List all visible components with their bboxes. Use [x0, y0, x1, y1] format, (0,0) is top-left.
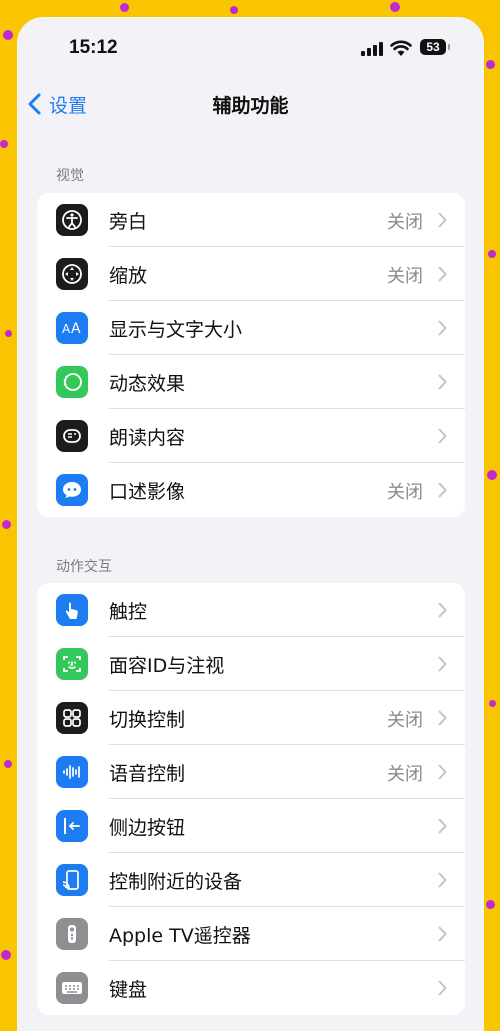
status-time: 15:12	[69, 37, 118, 58]
settings-row-spoken-content[interactable]: 朗读内容	[37, 409, 465, 463]
chevron-right-icon	[438, 710, 447, 726]
svg-text:A: A	[71, 321, 81, 337]
text-size-icon: AA	[56, 312, 88, 344]
nearby-devices-icon	[56, 864, 88, 896]
settings-row-label: 缩放	[109, 265, 148, 287]
settings-row-voiceover[interactable]: 旁白 关闭	[37, 193, 465, 247]
touch-icon	[56, 594, 88, 626]
settings-row-label: 切换控制	[109, 709, 186, 731]
settings-row-value: 关闭	[387, 482, 423, 503]
settings-row-label: 控制附近的设备	[109, 871, 243, 893]
side-button-icon	[56, 810, 88, 842]
settings-row-label: 侧边按钮	[109, 817, 186, 839]
settings-row-value: 关闭	[387, 710, 423, 731]
settings-row-label: 口述影像	[109, 481, 186, 503]
page-title: 辅助功能	[212, 95, 289, 117]
voiceover-icon	[56, 204, 88, 236]
voice-control-icon	[56, 756, 88, 788]
settings-screen: 15:12 53 设置 辅助功能 视觉 旁白 关闭 缩放 关闭 A A 显示与文字大小 动态效…	[17, 17, 484, 1031]
navigation-bar: 设置 辅助功能	[17, 79, 484, 129]
chevron-right-icon	[438, 980, 447, 996]
chevron-right-icon	[438, 374, 447, 390]
settings-row-touch[interactable]: 触控	[37, 583, 465, 637]
switch-control-icon	[56, 702, 88, 734]
settings-group-interaction: 触控 面容ID与注视 切换控制 关闭 语音控制 关闭 侧边按钮 控制附近的设备 Apple TV…	[37, 583, 465, 1015]
settings-row-label: 动态效果	[109, 373, 186, 395]
settings-row-label: 键盘	[109, 979, 148, 1001]
chevron-right-icon	[438, 428, 447, 444]
settings-row-label: 朗读内容	[109, 427, 186, 449]
settings-row-side-button[interactable]: 侧边按钮	[37, 799, 465, 853]
cellular-signal-icon	[361, 42, 383, 56]
chevron-right-icon	[438, 818, 447, 834]
chevron-right-icon	[438, 482, 447, 498]
chevron-right-icon	[438, 872, 447, 888]
keyboard-icon	[56, 972, 88, 1004]
settings-row-tv-remote[interactable]: Apple TV遥控器	[37, 907, 465, 961]
settings-row-label: 触控	[109, 601, 148, 623]
chevron-right-icon	[438, 266, 447, 282]
settings-row-switch-control[interactable]: 切换控制 关闭	[37, 691, 465, 745]
settings-row-nearby-devices[interactable]: 控制附近的设备	[37, 853, 465, 907]
chevron-right-icon	[438, 212, 447, 228]
tv-remote-icon	[56, 918, 88, 950]
settings-row-label: Apple TV遥控器	[109, 925, 251, 947]
spoken-content-icon	[56, 420, 88, 452]
battery-indicator: 53	[420, 39, 450, 55]
settings-row-motion[interactable]: 动态效果	[37, 355, 465, 409]
svg-text:A: A	[62, 322, 71, 336]
chevron-right-icon	[438, 764, 447, 780]
settings-row-voice-control[interactable]: 语音控制 关闭	[37, 745, 465, 799]
settings-row-label: 面容ID与注视	[109, 655, 225, 677]
wifi-icon	[390, 40, 412, 56]
settings-row-keyboard[interactable]: 键盘	[37, 961, 465, 1015]
settings-row-label: 旁白	[109, 211, 148, 233]
settings-row-face-id[interactable]: 面容ID与注视	[37, 637, 465, 691]
motion-icon	[56, 366, 88, 398]
settings-row-text-size[interactable]: A A 显示与文字大小	[37, 301, 465, 355]
settings-row-value: 关闭	[387, 266, 423, 287]
section-header-vision: 视觉	[56, 168, 84, 184]
settings-row-label: 语音控制	[109, 763, 186, 785]
settings-row-audio-descriptions[interactable]: 口述影像 关闭	[37, 463, 465, 517]
audio-descriptions-icon	[56, 474, 88, 506]
chevron-right-icon	[438, 320, 447, 336]
settings-group-vision: 旁白 关闭 缩放 关闭 A A 显示与文字大小 动态效果 朗读内容 口述影像 关闭	[37, 193, 465, 517]
chevron-right-icon	[438, 656, 447, 672]
settings-row-value: 关闭	[387, 212, 423, 233]
face-id-icon	[56, 648, 88, 680]
status-bar: 15:12 53	[17, 17, 484, 79]
section-header-interaction: 动作交互	[56, 559, 112, 575]
chevron-right-icon	[438, 926, 447, 942]
zoom-icon	[56, 258, 88, 290]
chevron-right-icon	[438, 602, 447, 618]
settings-row-value: 关闭	[387, 764, 423, 785]
settings-row-label: 显示与文字大小	[109, 319, 243, 341]
settings-row-zoom[interactable]: 缩放 关闭	[37, 247, 465, 301]
